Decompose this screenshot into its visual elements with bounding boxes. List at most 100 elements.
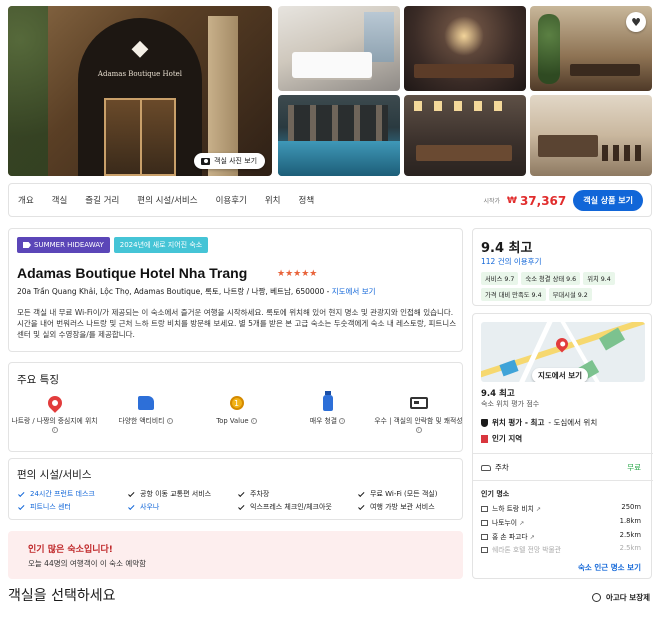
counter-shape bbox=[538, 135, 598, 157]
check-icon bbox=[18, 503, 25, 510]
columns-shape bbox=[288, 105, 388, 141]
place-distance: 1.8km bbox=[619, 517, 641, 525]
photo-pool[interactable] bbox=[278, 95, 400, 176]
tab-reviews[interactable]: 이용후기 bbox=[216, 194, 247, 206]
medal-icon: 1 bbox=[229, 396, 244, 410]
external-link-icon: ↗ bbox=[519, 520, 525, 527]
pool-shape bbox=[278, 141, 400, 176]
location-card: 지도에서 보기 9.4 최고 숙소 위치 평가 점수 위치 평가 - 최고 - … bbox=[472, 313, 653, 579]
location-score-sub: 숙소 위치 평가 점수 bbox=[481, 400, 540, 408]
hotel-door bbox=[104, 98, 176, 176]
table-shape bbox=[414, 64, 514, 78]
price-area: 시작가 ₩ 37,367 객실 상품 보기 bbox=[483, 190, 643, 211]
place-distance: 250m bbox=[621, 503, 641, 511]
tab-rooms[interactable]: 객실 bbox=[52, 194, 68, 206]
facility-item: 주차장 bbox=[238, 489, 359, 499]
facility-item: 익스프레스 체크인/체크아웃 bbox=[238, 502, 359, 512]
lamps-shape bbox=[414, 101, 514, 111]
nearby-attractions-link[interactable]: 숙소 인근 명소 보기 bbox=[578, 562, 641, 573]
divider bbox=[473, 453, 653, 454]
view-on-map-link[interactable]: 지도에서 보기 bbox=[332, 287, 376, 296]
price-from-label: 시작가 bbox=[483, 198, 501, 205]
facility-item[interactable]: 피트니스 센터 bbox=[18, 502, 129, 512]
price-value: 37,367 bbox=[519, 193, 567, 208]
facility-label: 공항 이동 교통편 서비스 bbox=[140, 490, 212, 498]
facilities-card: 편의 시설/서비스 24시간 프런트 데스크 공항 이동 교통편 서비스 주차장… bbox=[8, 458, 463, 520]
parking-free-value: 무료 bbox=[627, 463, 641, 472]
place-item[interactable]: 나토누이 ↗ 1.8km bbox=[481, 517, 641, 527]
bed-shape bbox=[292, 52, 372, 78]
feature-label: 매우 청결 i bbox=[310, 417, 346, 426]
place-distance: 2.5km bbox=[619, 544, 641, 552]
tab-activities[interactable]: 즐길 거리 bbox=[85, 194, 119, 206]
photo-bedroom[interactable] bbox=[278, 6, 400, 91]
museum-icon bbox=[481, 547, 488, 553]
popular-subtitle: 오늘 44명의 여행객이 이 숙소 예약함 bbox=[28, 559, 147, 568]
main-hotel-photo[interactable]: ◆ Adamas Boutique Hotel 객실 사진 보기 bbox=[8, 6, 272, 176]
camera-icon bbox=[201, 157, 210, 165]
photo-restaurant[interactable] bbox=[404, 95, 526, 176]
view-room-photos-label: 객실 사진 보기 bbox=[214, 157, 258, 165]
photo-cafe[interactable] bbox=[530, 95, 652, 176]
hotel-description: 모든 객실 내 무료 Wi-Fi이/가 제공되는 이 숙소에서 즐거운 여행을 … bbox=[17, 308, 457, 339]
place-item[interactable]: 쉐라톤 호텔 전망 박물관 2.5km bbox=[481, 544, 641, 554]
check-icon bbox=[128, 503, 135, 510]
key-features-card: 주요 특징 나트랑 / 나짱의 중심지에 위치 i 다양한 액티비티 i 1 T… bbox=[8, 362, 463, 452]
pillar-decoration bbox=[208, 16, 238, 176]
facility-label: 여행 가방 보관 서비스 bbox=[370, 503, 435, 511]
agoda-guarantee-link[interactable]: 아고다 보장제 bbox=[591, 592, 650, 603]
facility-item: 공항 이동 교통편 서비스 bbox=[128, 489, 239, 499]
reviews-count-link[interactable]: 112 건의 이용후기 bbox=[481, 256, 541, 267]
facility-item: 무료 Wi-Fi (모든 객실) bbox=[358, 489, 469, 499]
info-icon[interactable]: i bbox=[250, 418, 257, 424]
photo-bar[interactable] bbox=[404, 6, 526, 91]
plant-shape bbox=[538, 14, 560, 84]
place-item[interactable]: 느하 트랑 비치 ↗ 250m bbox=[481, 503, 641, 513]
beach-icon bbox=[481, 506, 488, 512]
parking-label: 주차 bbox=[495, 463, 509, 472]
external-link-icon: ↗ bbox=[529, 534, 535, 541]
feature-label: Top Value i bbox=[216, 417, 257, 426]
info-icon[interactable]: i bbox=[339, 418, 346, 424]
photo-lounge[interactable]: ♥ bbox=[530, 6, 652, 91]
info-icon[interactable]: i bbox=[51, 427, 58, 433]
place-item[interactable]: 홍 손 파고다 ↗ 2.5km bbox=[481, 531, 641, 541]
divider bbox=[473, 480, 653, 481]
guarantee-label: 아고다 보장제 bbox=[605, 593, 650, 602]
facility-item[interactable]: 24시간 프런트 데스크 bbox=[18, 489, 129, 499]
rating-tag: 서비스 9.7 bbox=[481, 272, 519, 285]
feature-central-location[interactable]: 나트랑 / 나짱의 중심지에 위치 i bbox=[9, 393, 100, 435]
feature-activities[interactable]: 다양한 액티비티 i bbox=[100, 393, 191, 435]
hotel-address: 20a Trần Quang Khải, Lộc Thọ, Adamas Bou… bbox=[17, 286, 376, 297]
location-map[interactable]: 지도에서 보기 bbox=[481, 322, 645, 382]
price-currency: ₩ bbox=[507, 195, 517, 206]
info-icon[interactable]: i bbox=[166, 418, 173, 424]
feature-top-value[interactable]: 1 Top Value i bbox=[191, 393, 282, 435]
tab-location[interactable]: 위치 bbox=[265, 194, 281, 206]
check-icon bbox=[128, 490, 135, 497]
tab-policies[interactable]: 정책 bbox=[299, 194, 315, 206]
check-icon bbox=[358, 490, 365, 497]
feature-room-comfort[interactable]: 우수 | 객실의 안락함 및 쾌적성 i bbox=[373, 393, 464, 435]
table-shape bbox=[416, 145, 512, 161]
favorite-heart-icon[interactable]: ♥ bbox=[626, 12, 646, 32]
feature-very-clean[interactable]: 매우 청결 i bbox=[282, 391, 373, 435]
features-list: 나트랑 / 나짱의 중심지에 위치 i 다양한 액티비티 i 1 Top Val… bbox=[9, 391, 464, 435]
info-icon[interactable]: i bbox=[415, 427, 422, 433]
facility-label: 무료 Wi-Fi (모든 객실) bbox=[370, 490, 438, 498]
check-icon bbox=[18, 490, 25, 497]
view-rooms-button[interactable]: 객실 상품 보기 bbox=[573, 190, 643, 211]
tab-overview[interactable]: 개요 bbox=[18, 194, 34, 206]
select-room-heading: 객실을 선택하세요 bbox=[8, 588, 116, 604]
facility-item[interactable]: 사우나 bbox=[128, 502, 239, 512]
check-icon bbox=[358, 503, 365, 510]
new-build-badge: 2024년에 새로 지어진 숙소 bbox=[113, 237, 209, 253]
tag-icon bbox=[23, 242, 31, 248]
view-room-photos-button[interactable]: 객실 사진 보기 bbox=[194, 153, 266, 169]
place-name: 느하 트랑 비치 bbox=[492, 505, 534, 513]
light-shape bbox=[444, 16, 484, 56]
popular-property-banner: 인기 많은 숙소입니다! 오늘 44명의 여행객이 이 숙소 예약함 bbox=[8, 531, 463, 579]
view-map-button[interactable]: 지도에서 보기 bbox=[532, 368, 589, 382]
tab-facilities[interactable]: 편의 시설/서비스 bbox=[137, 194, 197, 206]
tree-decoration bbox=[8, 6, 48, 176]
